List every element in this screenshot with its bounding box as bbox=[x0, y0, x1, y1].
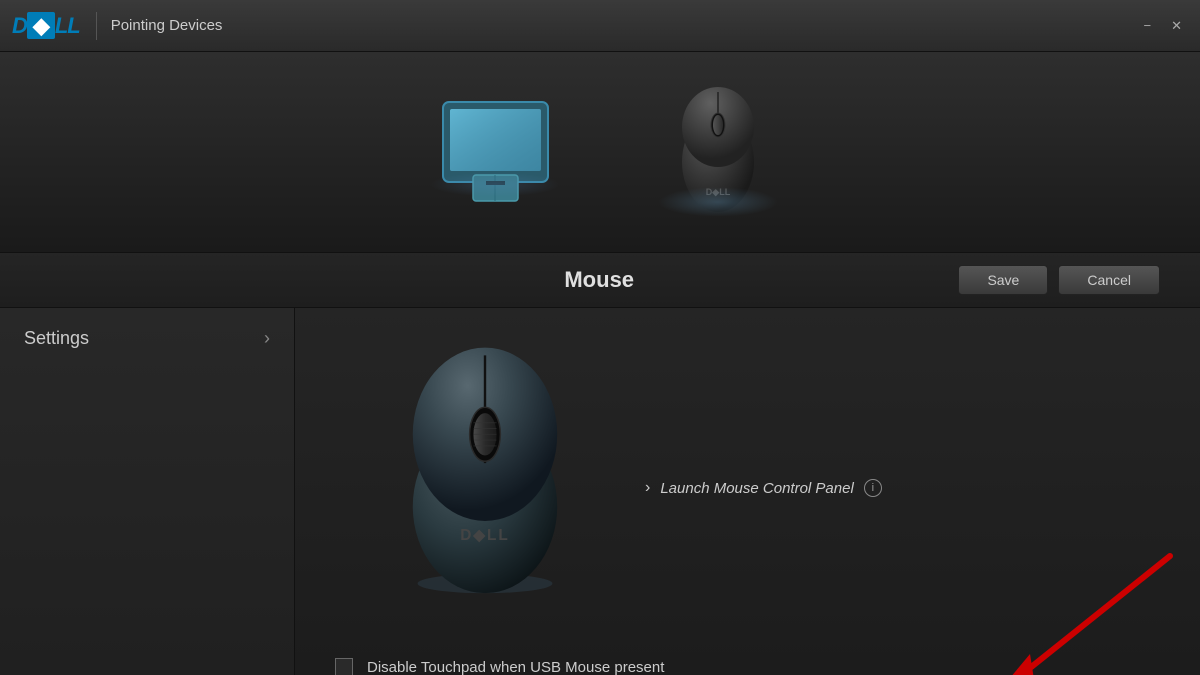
dell-logo: D◆LL bbox=[12, 13, 80, 39]
info-icon[interactable]: i bbox=[864, 479, 882, 497]
device-header: D◆LL bbox=[0, 52, 1200, 252]
mouse-header-icon-container[interactable]: D◆LL bbox=[673, 77, 763, 227]
close-button[interactable]: ✕ bbox=[1165, 16, 1188, 36]
title-separator bbox=[96, 12, 97, 40]
mouse-large-svg-icon: D◆LL bbox=[385, 338, 585, 598]
title-bar: D◆LL Pointing Devices − ✕ bbox=[0, 0, 1200, 52]
save-button[interactable]: Save bbox=[958, 265, 1048, 295]
mouse-visual-area: D◆LL bbox=[295, 308, 1200, 628]
minimize-button[interactable]: − bbox=[1138, 16, 1158, 35]
launch-chevron-icon: › bbox=[645, 479, 650, 497]
right-panel: D◆LL bbox=[295, 308, 1200, 675]
launch-area: › Launch Mouse Control Panel i bbox=[585, 439, 1140, 497]
sidebar-settings-label: Settings bbox=[24, 328, 89, 349]
window-controls: − ✕ bbox=[1138, 16, 1189, 36]
disable-touchpad-label: Disable Touchpad when USB Mouse present bbox=[367, 659, 664, 675]
sidebar-chevron-icon: › bbox=[264, 328, 270, 349]
sidebar-item-settings[interactable]: Settings › bbox=[0, 308, 294, 369]
title-buttons-row: Mouse Save Cancel bbox=[0, 252, 1200, 308]
disable-touchpad-checkbox[interactable] bbox=[335, 658, 353, 675]
touchpad-device-icon[interactable] bbox=[438, 97, 553, 207]
launch-link-label: Launch Mouse Control Panel bbox=[660, 480, 853, 497]
cancel-button[interactable]: Cancel bbox=[1058, 265, 1160, 295]
launch-mouse-control-panel-link[interactable]: › Launch Mouse Control Panel i bbox=[645, 479, 1140, 497]
action-buttons: Save Cancel bbox=[958, 265, 1160, 295]
window-title: Pointing Devices bbox=[111, 17, 1138, 34]
bottom-area: Disable Touchpad when USB Mouse present bbox=[295, 638, 1200, 675]
main-content: Settings › bbox=[0, 308, 1200, 675]
svg-text:D◆LL: D◆LL bbox=[460, 527, 509, 544]
sidebar: Settings › bbox=[0, 308, 295, 675]
